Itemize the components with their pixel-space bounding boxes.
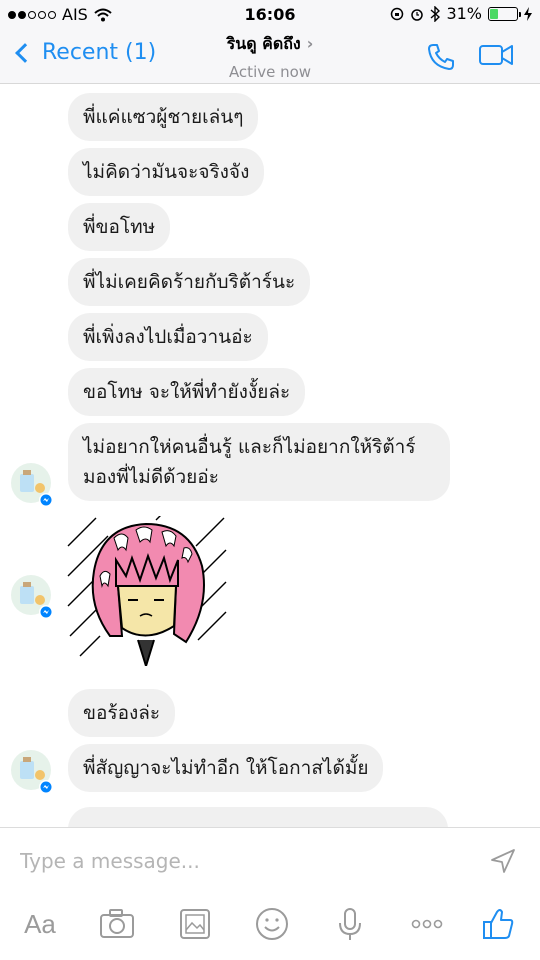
battery-percent: 31% (446, 4, 482, 23)
message-bubble[interactable]: พี่ขอโทษ (68, 203, 171, 251)
message-bubble[interactable]: ขอโทษ จะให้พี่ทำยังงั้ยล่ะ (68, 368, 306, 416)
message-bubble[interactable]: พี่แค่แซวผู้ชายเล่นๆ (68, 93, 259, 141)
alarm-icon (411, 8, 424, 21)
rotation-lock-icon (391, 7, 404, 20)
status-right: 31% (390, 4, 532, 23)
contact-avatar[interactable] (10, 574, 56, 620)
message-bubble[interactable]: ไม่อยากให่คนอื่นรู้ และก็ไม่อยากให้ริต้า… (68, 423, 450, 501)
more-icon[interactable] (407, 904, 447, 944)
like-icon[interactable] (478, 904, 518, 944)
active-status: Active now (228, 63, 312, 81)
message-bubble[interactable]: พี่เพิ่งลงไปเมื่อวานอ่ะ (68, 313, 268, 361)
back-label: Recent (1) (42, 40, 157, 65)
conversation-header: Recent (1) รินดู คิดถึง › Active now (0, 28, 540, 84)
contact-avatar[interactable] (10, 749, 56, 795)
send-icon[interactable] (490, 848, 516, 874)
text-size-icon[interactable]: Aa (20, 904, 60, 944)
charging-icon (524, 6, 532, 21)
message-input[interactable] (20, 846, 460, 876)
message-bubble-partial[interactable] (68, 807, 448, 827)
emoji-icon[interactable] (252, 904, 292, 944)
chevron-right-icon: › (306, 34, 314, 53)
status-bar: AIS 16:06 31% (0, 0, 540, 28)
chevron-left-icon (15, 42, 35, 63)
video-camera-icon[interactable] (478, 42, 514, 68)
gallery-icon[interactable] (175, 904, 215, 944)
sticker[interactable] (66, 516, 228, 666)
composer: Aa (0, 827, 540, 960)
message-bubble[interactable]: ขอร้องล่ะ (68, 689, 176, 737)
input-row (0, 828, 540, 894)
microphone-icon[interactable] (330, 904, 370, 944)
message-list[interactable]: พี่แค่แซวผู้ชายเล่นๆ ไม่คิดว่ามันจะจริงจ… (0, 85, 540, 827)
message-bubble[interactable]: พี่สัญญาจะไม่ทำอีก ให้โอกาสได้มั้ย (68, 744, 384, 792)
camera-icon[interactable] (97, 904, 137, 944)
bluetooth-icon (430, 5, 441, 22)
message-bubble[interactable]: ไม่คิดว่ามันจะจริงจัง (68, 148, 265, 196)
back-button[interactable]: Recent (1) (14, 40, 156, 65)
phone-icon[interactable] (426, 42, 456, 72)
contact-name-row: รินดู คิดถึง › (170, 32, 370, 57)
contact-avatar[interactable] (10, 462, 56, 508)
battery-icon (488, 6, 521, 21)
message-bubble[interactable]: พี่ไม่เคยคิดร้ายกับริต้าร์นะ (68, 258, 311, 306)
composer-toolbar: Aa (0, 904, 540, 954)
contact-name: รินดู คิดถึง (226, 34, 301, 53)
contact-title[interactable]: รินดู คิดถึง › Active now (170, 32, 370, 81)
